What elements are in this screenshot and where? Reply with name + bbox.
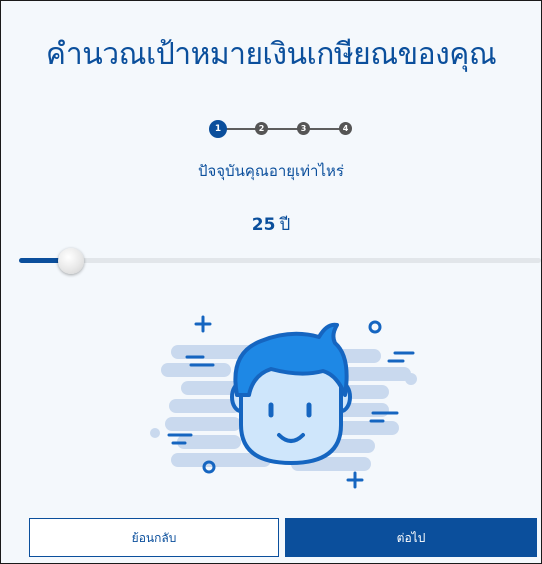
face-illustration: [141, 313, 421, 503]
step-3: 3: [297, 122, 310, 135]
step-indicator: 1 2 3 4: [209, 120, 355, 138]
step-1: 1: [209, 120, 227, 138]
back-button[interactable]: ย้อนกลับ: [29, 518, 279, 557]
age-question: ปัจจุบันคุณอายุเท่าไหร่: [198, 162, 344, 180]
step-4: 4: [339, 122, 352, 135]
age-display: 25 ปี: [1, 211, 541, 238]
age-value: 25: [251, 215, 276, 235]
step-connector: [223, 128, 343, 130]
face-illustration-svg: [150, 315, 417, 489]
next-button[interactable]: ต่อไป: [285, 518, 537, 557]
slider-track[interactable]: [19, 258, 541, 263]
step-2: 2: [255, 122, 268, 135]
slider-thumb[interactable]: [58, 248, 84, 274]
age-slider[interactable]: [19, 248, 541, 274]
age-unit: ปี: [279, 215, 291, 235]
page-title: คำนวณเป้าหมายเงินเกษียณของคุณ: [45, 37, 497, 72]
retirement-calculator-panel: คำนวณเป้าหมายเงินเกษียณของคุณ 1 2 3 4 ปั…: [0, 0, 542, 564]
